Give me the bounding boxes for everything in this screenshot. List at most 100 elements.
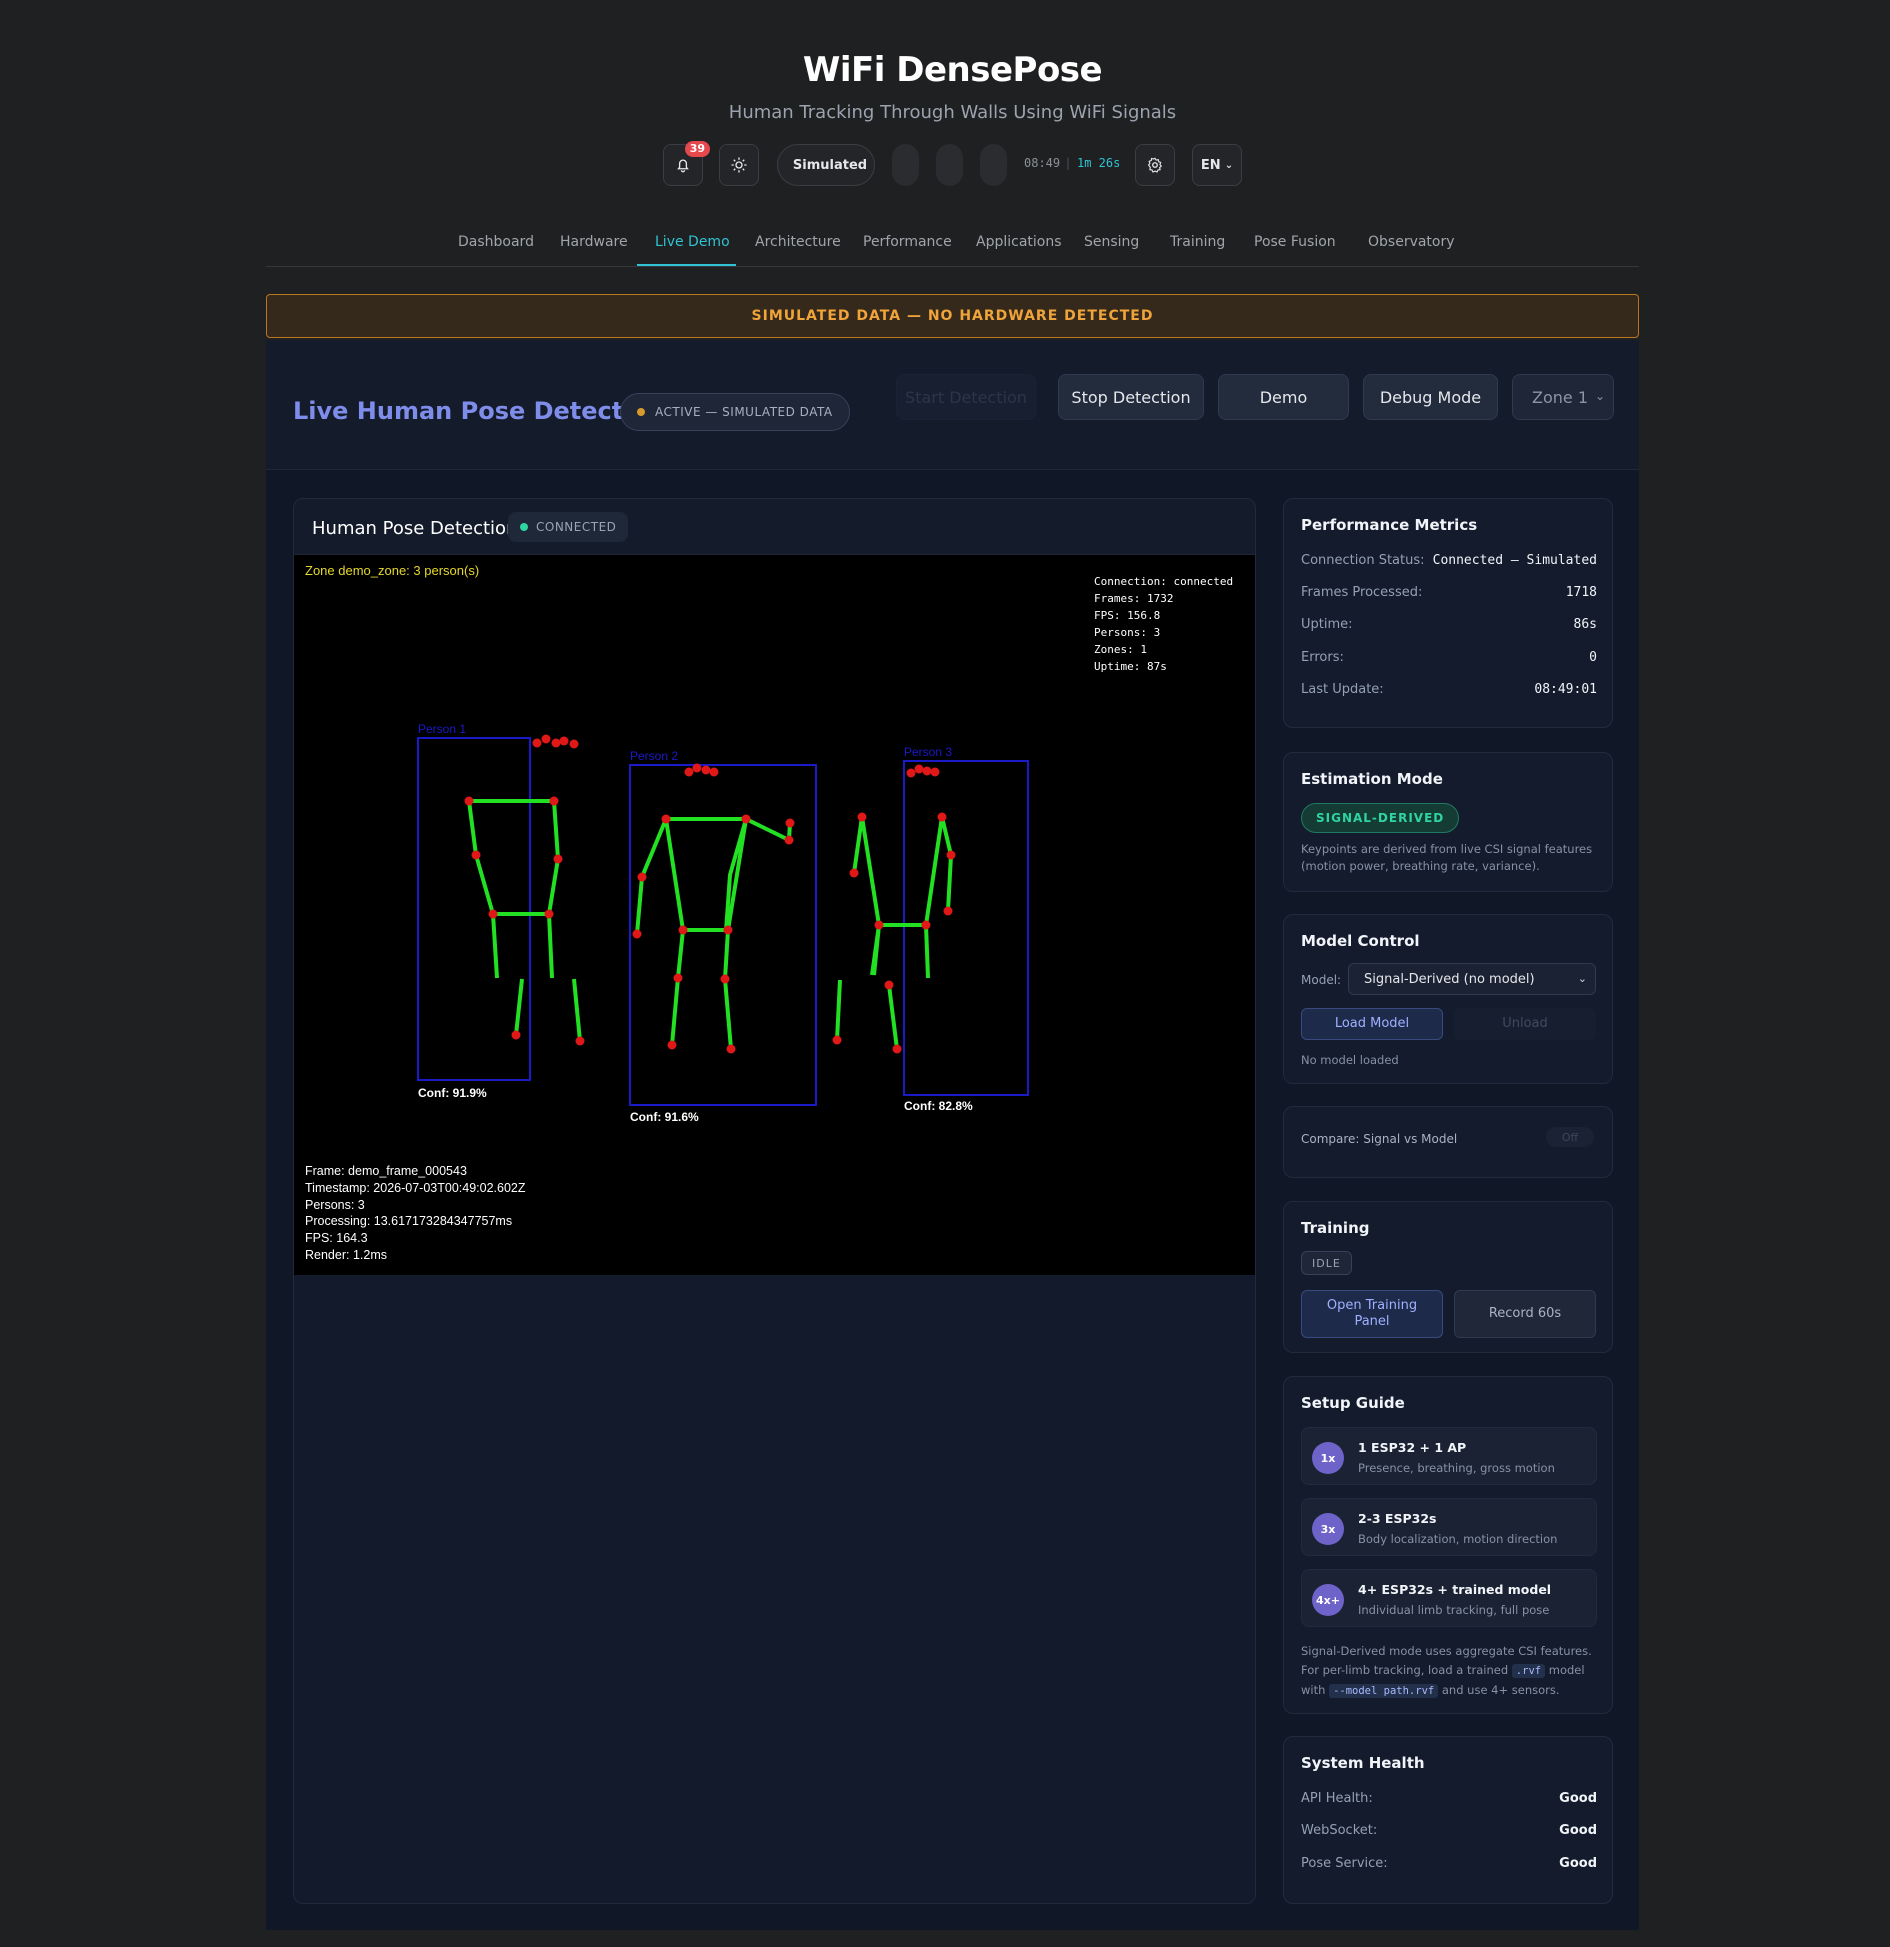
tab-dashboard[interactable]: Dashboard: [458, 234, 534, 250]
card-title: Model Control: [1301, 932, 1420, 950]
guide-item-title: 1 ESP32 + 1 AP: [1358, 1440, 1467, 1455]
metric-value: Connected — Simulated: [1432, 553, 1597, 568]
tab-performance[interactable]: Performance: [863, 234, 952, 250]
card-title: Setup Guide: [1301, 1394, 1405, 1412]
performance-metrics-card: Performance Metrics Connection Status: Co…: [1283, 498, 1613, 728]
pose-canvas[interactable]: Zone demo_zone: 3 person(s) Connection: …: [294, 555, 1255, 1275]
metric-value: 1718: [1565, 585, 1597, 600]
health-label: API Health:: [1301, 1791, 1373, 1806]
start-detection-button[interactable]: Start Detection: [896, 374, 1036, 420]
app-title: WiFi DensePose: [802, 50, 1103, 90]
demo-title: Live Human Pose Detection: [293, 397, 666, 425]
open-training-panel-button[interactable]: Open Training Panel: [1301, 1290, 1443, 1338]
training-state-badge: IDLE: [1301, 1251, 1352, 1275]
detection-status-label: ACTIVE — SIMULATED DATA: [655, 405, 833, 419]
frame-info-line: Persons: 3: [305, 1198, 365, 1212]
chevron-down-icon: ⌄: [1577, 972, 1587, 985]
demo-header: Live Human Pose Detection ACTIVE — SIMUL…: [266, 340, 1639, 470]
overlay-stat: Uptime: 87s: [1094, 660, 1167, 673]
active-tab-indicator: [637, 264, 736, 266]
simulated-data-banner: SIMULATED DATA — NO HARDWARE DETECTED: [266, 294, 1639, 338]
note-code: .rvf: [1511, 1664, 1546, 1678]
demo-button[interactable]: Demo: [1218, 374, 1349, 420]
frame-info-line: Processing: 13.617173284347757ms: [305, 1214, 512, 1228]
frame-info-line: FPS: 164.3: [305, 1231, 368, 1245]
pose-detection-card: Human Pose Detection CONNECTED Zone demo…: [293, 498, 1256, 1904]
header-controls: 39 Simulated 08:49 | 1m 26s EN ⌄: [0, 141, 1890, 186]
clock-divider: |: [1066, 156, 1071, 170]
metric-label: Frames Processed:: [1301, 585, 1423, 600]
load-model-button[interactable]: Load Model: [1301, 1008, 1443, 1040]
bell-icon: [677, 159, 689, 173]
model-select[interactable]: Signal-Derived (no model) ⌄: [1348, 963, 1596, 995]
compare-label: Compare: Signal vs Model: [1301, 1132, 1458, 1146]
unload-model-button[interactable]: Unload: [1454, 1008, 1596, 1040]
health-label: WebSocket:: [1301, 1823, 1378, 1838]
language-label: EN: [1200, 157, 1221, 173]
compare-toggle[interactable]: Off: [1546, 1127, 1594, 1147]
person-label: Person 2: [630, 749, 678, 763]
training-card: Training IDLE Open Training Panel Record…: [1283, 1201, 1613, 1353]
status-dot: [637, 408, 645, 416]
note-code: --model path.rvf: [1329, 1684, 1439, 1698]
guide-badge: 1x: [1312, 1442, 1344, 1474]
tab-pose-fusion[interactable]: Pose Fusion: [1254, 234, 1336, 250]
zone-select[interactable]: Zone 1 ⌄: [1512, 374, 1614, 420]
setup-guide-item: 1x 1 ESP32 + 1 AP Presence, breathing, g…: [1301, 1427, 1597, 1485]
frame-info-line: Render: 1.2ms: [305, 1248, 387, 1262]
frame-info-line: Frame: demo_frame_000543: [305, 1164, 467, 1178]
status-pill-placeholder-1: [892, 144, 919, 186]
overlay-stat: Persons: 3: [1094, 626, 1160, 639]
health-row: Pose Service: Good: [1301, 1856, 1597, 1871]
model-select-value: Signal-Derived (no model): [1364, 971, 1535, 987]
person-confidence: Conf: 82.8%: [904, 1099, 973, 1113]
tab-applications[interactable]: Applications: [976, 234, 1062, 250]
metric-row: Uptime: 86s: [1301, 617, 1597, 632]
pose-card-header: Human Pose Detection CONNECTED: [294, 499, 1255, 555]
tab-training[interactable]: Training: [1170, 234, 1225, 250]
metric-row: Errors: 0: [1301, 650, 1597, 665]
keypoints: [464, 734, 585, 1046]
health-value: Good: [1559, 1791, 1597, 1806]
sun-icon: [731, 157, 747, 173]
connection-dot: [520, 523, 528, 531]
metric-value: 0: [1589, 650, 1597, 665]
overlay-stat: Zones: 1: [1094, 643, 1147, 656]
tab-architecture[interactable]: Architecture: [755, 234, 841, 250]
metric-value: 08:49:01: [1534, 682, 1597, 697]
metric-label: Errors:: [1301, 650, 1344, 665]
person-1: Person 1 Conf: 91.9%: [417, 722, 585, 1100]
guide-item-desc: Individual limb tracking, full pose: [1358, 1603, 1550, 1617]
data-mode-pill[interactable]: Simulated: [777, 144, 875, 186]
compare-card: Compare: Signal vs Model Off: [1283, 1106, 1613, 1178]
model-label: Model:: [1301, 973, 1342, 987]
health-label: Pose Service:: [1301, 1856, 1388, 1871]
detection-status-pill: ACTIVE — SIMULATED DATA: [620, 393, 850, 431]
language-select[interactable]: EN ⌄: [1192, 144, 1242, 186]
zone-select-value: Zone 1: [1532, 387, 1588, 407]
overlay-stats: Connection: connected Frames: 1732 FPS: …: [1094, 575, 1233, 673]
theme-toggle-button[interactable]: [719, 144, 759, 186]
setup-guide-item: 4x+ 4+ ESP32s + trained model Individual…: [1301, 1569, 1597, 1627]
estimation-desc: Keypoints are derived from live CSI sign…: [1301, 842, 1593, 873]
pose-card-title: Human Pose Detection: [312, 518, 518, 539]
tab-live-demo[interactable]: Live Demo: [655, 234, 730, 250]
tab-observatory[interactable]: Observatory: [1368, 234, 1455, 250]
person-confidence: Conf: 91.6%: [630, 1110, 699, 1124]
guide-item-desc: Presence, breathing, gross motion: [1358, 1461, 1555, 1475]
tab-hardware[interactable]: Hardware: [560, 234, 628, 250]
stop-detection-button[interactable]: Stop Detection: [1058, 374, 1204, 420]
note-text: and use 4+ sensors.: [1441, 1683, 1560, 1697]
person-confidence: Conf: 91.9%: [418, 1086, 487, 1100]
clock: 08:49: [1024, 156, 1061, 170]
overlay-stat: Frames: 1732: [1094, 592, 1173, 605]
notifications-button[interactable]: 39: [663, 141, 710, 186]
tab-sensing[interactable]: Sensing: [1084, 234, 1139, 250]
record-60s-button[interactable]: Record 60s: [1454, 1290, 1596, 1338]
setup-guide-item: 3x 2-3 ESP32s Body localization, motion …: [1301, 1498, 1597, 1556]
gear-icon: [1147, 157, 1163, 173]
person-bbox: [903, 760, 1029, 1096]
settings-button[interactable]: [1135, 144, 1175, 186]
metric-row: Last Update: 08:49:01: [1301, 682, 1597, 697]
debug-mode-button[interactable]: Debug Mode: [1363, 374, 1498, 420]
